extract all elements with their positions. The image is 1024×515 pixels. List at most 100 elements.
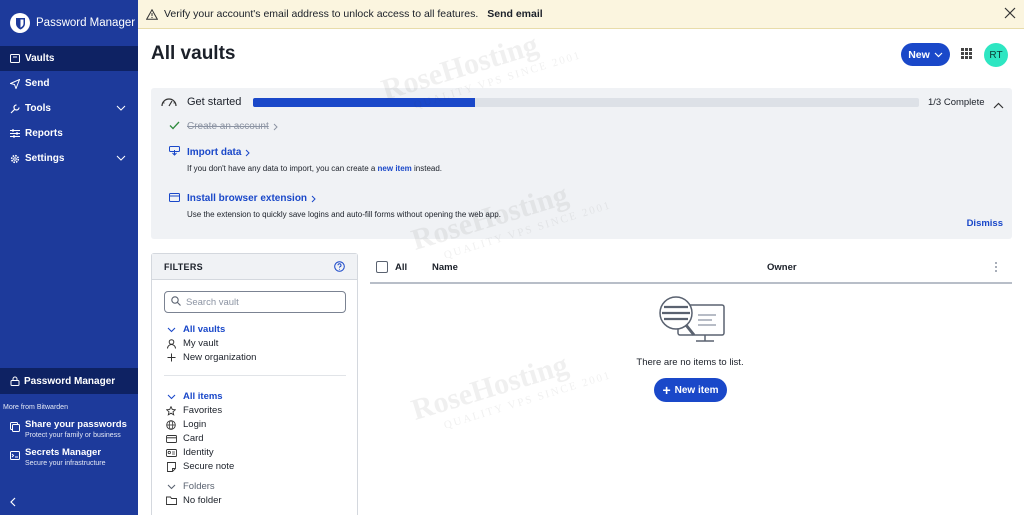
filter-card[interactable]: Card (164, 433, 204, 444)
chevron-down-icon (164, 484, 178, 490)
watermark: RoseHostingQUALITY VPS SINCE 2001 (407, 348, 613, 432)
chevron-down-icon (930, 49, 943, 61)
new-button[interactable]: New (901, 43, 950, 66)
chevron-down-icon (116, 103, 126, 114)
banner-message: Verify your account's email address to u… (164, 8, 479, 20)
filter-my-vault[interactable]: My vault (164, 338, 218, 349)
progress-label: 1/3 Complete (928, 97, 985, 108)
search-input[interactable] (186, 296, 336, 308)
credit-card-icon (164, 434, 178, 443)
sidebar-item-vaults[interactable]: Vaults (0, 46, 138, 71)
sliders-icon (10, 129, 22, 138)
sidebar-item-label: Reports (25, 128, 63, 139)
sidebar-item-send[interactable]: Send (0, 71, 138, 96)
filter-secure-note[interactable]: Secure note (164, 461, 234, 472)
filters-header: FILTERS (152, 254, 357, 280)
select-all-checkbox[interactable] (376, 261, 388, 273)
filter-favorites[interactable]: Favorites (164, 405, 222, 416)
note-icon (164, 461, 178, 472)
terminal-icon (10, 449, 22, 467)
filter-folders-heading[interactable]: Folders (164, 481, 215, 492)
chevron-down-icon (164, 394, 178, 400)
promo-subtitle: Protect your family or business (25, 432, 121, 439)
step-title[interactable]: Import data (187, 147, 251, 158)
search-vault-field[interactable] (164, 291, 346, 313)
empty-state-message: There are no items to list. (636, 357, 744, 368)
chevron-up-icon[interactable] (993, 98, 1004, 112)
help-icon[interactable] (334, 261, 345, 274)
wrench-icon (10, 103, 22, 114)
sidebar-product-area: Password Manager More from Bitwarden Sha… (0, 368, 138, 467)
star-icon (164, 405, 178, 416)
promo-secrets-manager[interactable]: Secrets Manager Secure your infrastructu… (0, 439, 138, 467)
filter-all-items[interactable]: All items (164, 391, 223, 402)
dismiss-button[interactable]: Dismiss (967, 218, 1003, 229)
folder-icon (164, 496, 178, 505)
promo-title: Secrets Manager (25, 447, 102, 458)
sidebar: Password Manager Vaults Send Tools Repor… (0, 0, 138, 515)
filter-new-organization[interactable]: New organization (164, 352, 256, 363)
more-from-label: More from Bitwarden (3, 404, 68, 411)
get-started-title: Get started (187, 96, 242, 108)
lock-icon (10, 376, 20, 386)
column-owner[interactable]: Owner (767, 262, 797, 273)
product-switcher-grid-icon[interactable] (961, 48, 972, 62)
warning-icon (146, 8, 158, 20)
progress-fill (253, 98, 475, 107)
product-switch-label: Password Manager (24, 375, 116, 387)
step-title[interactable]: Install browser extension (187, 193, 316, 204)
new-item-link[interactable]: new item (378, 164, 412, 173)
filter-identity[interactable]: Identity (164, 447, 214, 458)
column-name[interactable]: Name (432, 262, 458, 273)
checkmark-icon (169, 119, 180, 133)
brand[interactable]: Password Manager (0, 0, 138, 46)
step-create-account: Create an account (169, 118, 278, 132)
sidebar-item-tools[interactable]: Tools (0, 96, 138, 121)
step-description: If you don't have any data to import, yo… (187, 164, 443, 173)
filters-heading: FILTERS (164, 261, 203, 272)
filter-all-vaults[interactable]: All vaults (164, 324, 225, 335)
promo-share-passwords[interactable]: Share your passwords Protect your family… (0, 411, 138, 439)
vault-icon (10, 54, 22, 63)
product-switch-password-manager[interactable]: Password Manager (0, 368, 138, 394)
column-all: All (395, 262, 408, 273)
filters-panel: FILTERS All vaults My vault New organiza… (151, 253, 358, 515)
sidebar-item-label: Vaults (25, 53, 55, 64)
more-options-icon[interactable] (994, 261, 998, 276)
filter-login[interactable]: Login (164, 419, 206, 430)
close-icon[interactable] (1004, 7, 1016, 22)
chevron-down-icon (164, 327, 178, 333)
chevron-down-icon (116, 153, 126, 164)
promo-title: Share your passwords (25, 419, 127, 430)
gear-icon (10, 154, 22, 164)
sidebar-item-settings[interactable]: Settings (0, 146, 138, 171)
new-item-label: New item (674, 384, 719, 396)
sidebar-item-reports[interactable]: Reports (0, 121, 138, 146)
vault-table-header: All Name Owner (370, 255, 1012, 284)
empty-search-illustration-icon (656, 293, 728, 352)
share-icon (10, 421, 22, 439)
search-icon (171, 295, 186, 309)
step-import-data: Import data If you don't have any data t… (169, 144, 443, 173)
new-button-label: New (908, 48, 930, 61)
avatar[interactable]: RT (984, 43, 1008, 67)
sidebar-item-label: Settings (25, 153, 65, 164)
filter-no-folder[interactable]: No folder (164, 495, 222, 506)
brand-title: Password Manager (36, 17, 136, 29)
plus-icon (164, 353, 178, 362)
send-icon (10, 78, 22, 89)
collapse-sidebar-button[interactable] (10, 496, 16, 510)
page-title: All vaults (151, 43, 236, 64)
plus-icon: + (662, 382, 671, 398)
new-item-button[interactable]: + New item (654, 378, 727, 402)
import-icon (169, 145, 180, 159)
chevron-left-icon (10, 496, 16, 510)
verify-email-banner: Verify your account's email address to u… (138, 0, 1024, 29)
step-title[interactable]: Create an account (187, 121, 278, 132)
send-email-link[interactable]: Send email (487, 8, 542, 20)
id-card-icon (164, 448, 178, 457)
step-description: Use the extension to quickly save logins… (187, 210, 501, 219)
browser-icon (169, 191, 180, 205)
sidebar-item-label: Send (25, 78, 50, 89)
gauge-icon (160, 94, 178, 111)
